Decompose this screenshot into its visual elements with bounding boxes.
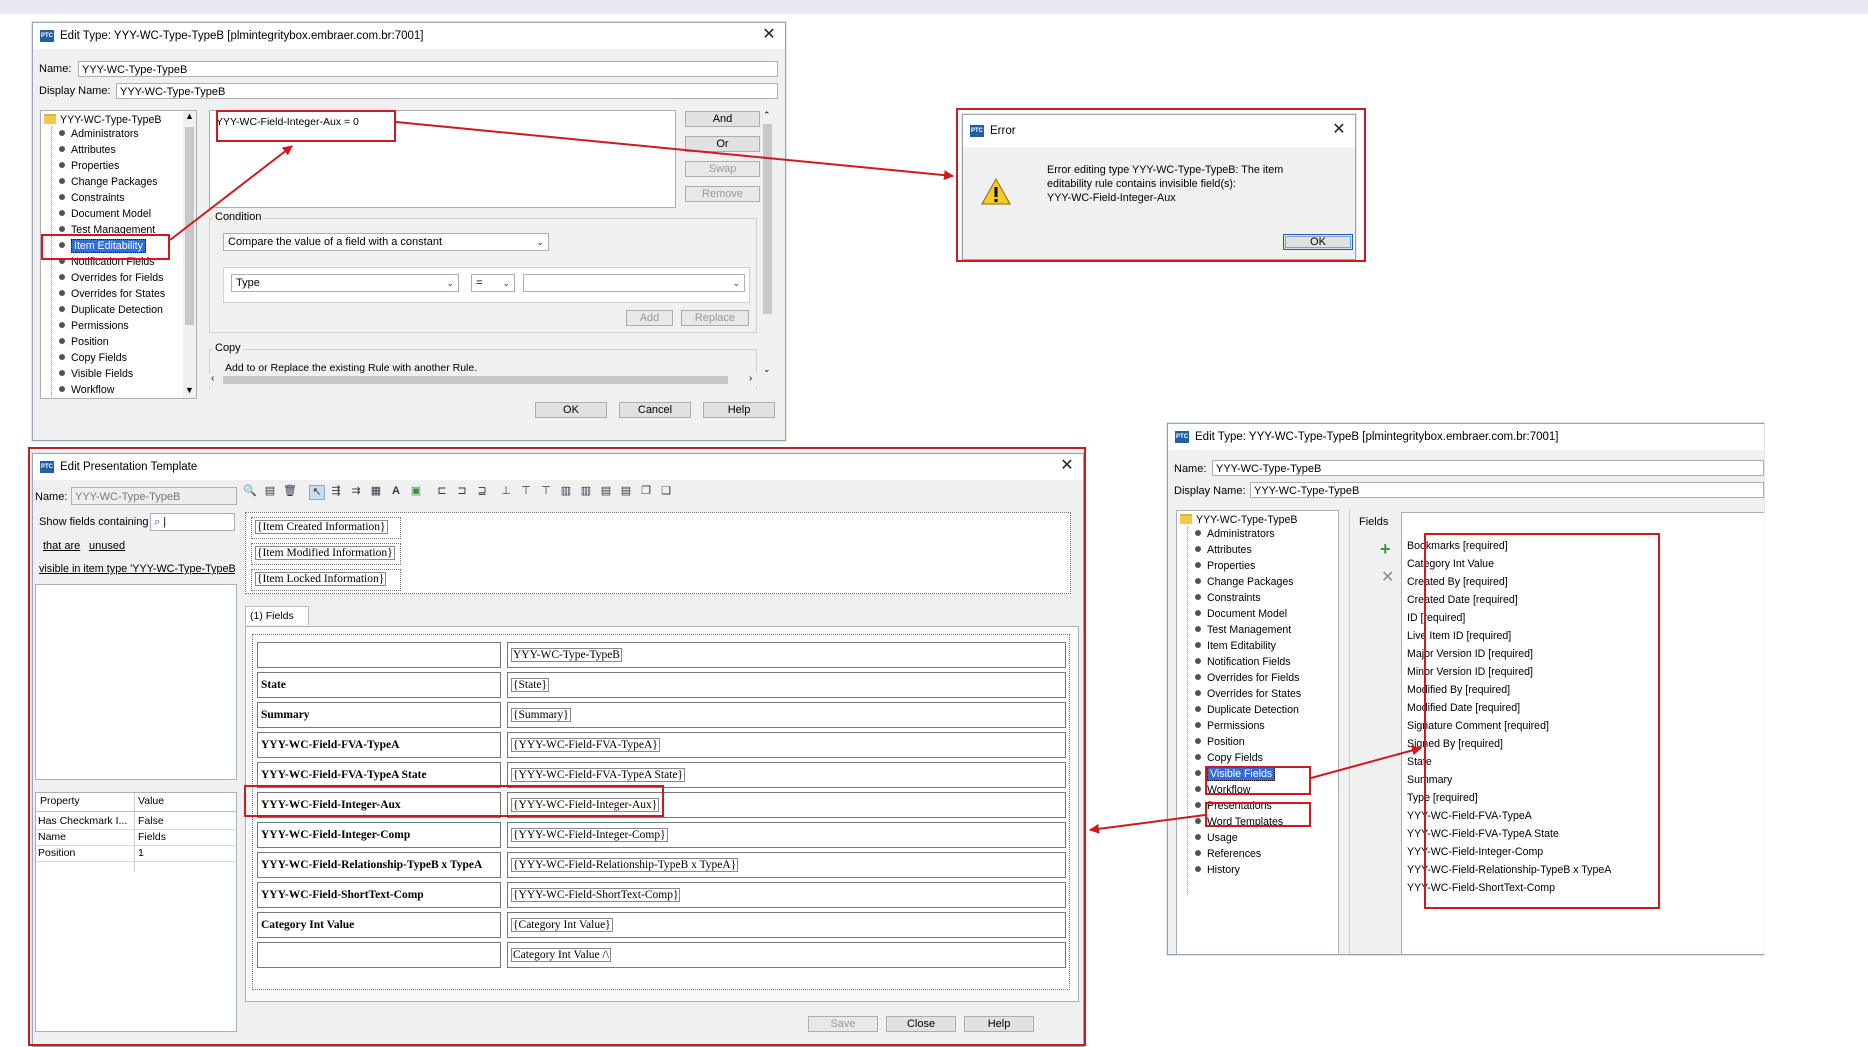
annotation-arrows [169,121,1422,834]
arrow-rule-to-error [395,121,954,181]
arrow-visible-fields-to-list [1310,745,1422,779]
arrow-presentations-to-dialog [1089,814,1206,834]
arrow-editability-to-rule [169,145,293,241]
